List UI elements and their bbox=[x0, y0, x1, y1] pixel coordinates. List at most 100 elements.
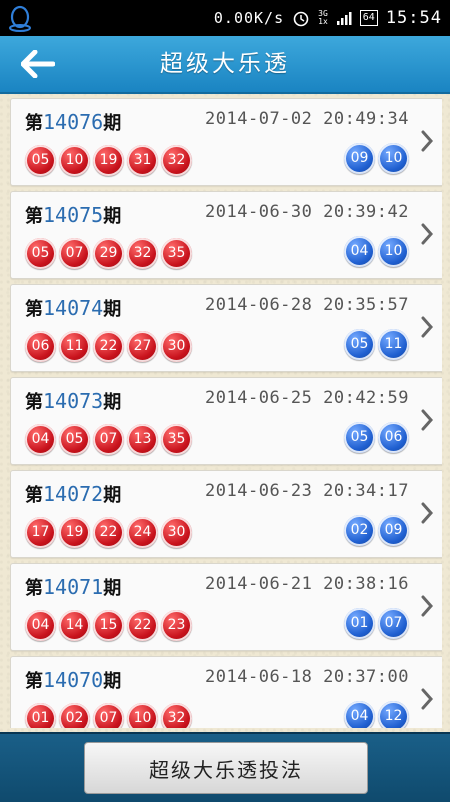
red-ball: 22 bbox=[127, 610, 158, 641]
blue-ball: 09 bbox=[344, 143, 375, 174]
red-ball: 15 bbox=[93, 610, 124, 641]
issue-suffix: 期 bbox=[103, 392, 122, 413]
battery-level: 64 bbox=[359, 10, 378, 26]
play-method-button[interactable]: 超级大乐透投法 bbox=[84, 742, 368, 794]
draw-card[interactable]: 第14076期 2014-07-02 20:49:34 05 10 19 31 32 09 10 bbox=[10, 98, 442, 186]
red-ball: 30 bbox=[161, 331, 192, 362]
blue-ball: 09 bbox=[378, 515, 409, 546]
issue-prefix: 第 bbox=[25, 485, 43, 506]
blue-ball: 04 bbox=[344, 701, 375, 728]
draw-card[interactable]: 第14072期 2014-06-23 20:34:17 17 19 22 24 30 02 09 bbox=[10, 470, 442, 558]
issue-number: 14075 bbox=[43, 203, 104, 227]
issue-number: 14070 bbox=[43, 668, 104, 692]
issue-title: 第14076期 bbox=[25, 109, 121, 135]
red-ball: 10 bbox=[127, 703, 158, 728]
app-header: 超级大乐透 bbox=[0, 36, 450, 94]
draw-datetime: 2014-06-23 20:34:17 bbox=[205, 481, 409, 501]
signal-type-1x: 1x bbox=[318, 17, 328, 26]
draw-card[interactable]: 第14075期 2014-06-30 20:39:42 05 07 29 32 35 04 10 bbox=[10, 191, 442, 279]
draw-datetime: 2014-07-02 20:49:34 bbox=[205, 109, 409, 129]
draw-card[interactable]: 第14070期 2014-06-18 20:37:00 01 02 07 10 32 04 12 bbox=[10, 656, 442, 728]
status-bar: 0.00K/s 3G 1x 64 15:54 bbox=[0, 0, 450, 36]
issue-title: 第14071期 bbox=[25, 574, 121, 600]
back-zone-balls: 09 10 bbox=[344, 143, 409, 174]
issue-prefix: 第 bbox=[25, 578, 43, 599]
clock-time: 15:54 bbox=[385, 8, 442, 28]
front-zone-balls: 06 11 22 27 30 bbox=[25, 331, 192, 362]
red-ball: 07 bbox=[93, 703, 124, 728]
issue-title: 第14072期 bbox=[25, 481, 121, 507]
red-ball: 35 bbox=[161, 238, 192, 269]
back-zone-balls: 05 11 bbox=[344, 329, 409, 360]
issue-suffix: 期 bbox=[103, 113, 122, 134]
footer-bar: 超级大乐透投法 bbox=[0, 732, 450, 802]
red-ball: 10 bbox=[59, 145, 90, 176]
qq-penguin-icon bbox=[9, 5, 31, 32]
front-zone-balls: 04 14 15 22 23 bbox=[25, 610, 192, 641]
draw-card[interactable]: 第14074期 2014-06-28 20:35:57 06 11 22 27 30 05 11 bbox=[10, 284, 442, 372]
red-ball: 29 bbox=[93, 238, 124, 269]
front-zone-balls: 05 07 29 32 35 bbox=[25, 238, 192, 269]
red-ball: 19 bbox=[59, 517, 90, 548]
draw-results-list[interactable]: 第14076期 2014-07-02 20:49:34 05 10 19 31 32 09 10… bbox=[10, 98, 442, 728]
front-zone-balls: 17 19 22 24 30 bbox=[25, 517, 192, 548]
issue-prefix: 第 bbox=[25, 206, 43, 227]
issue-number: 14074 bbox=[43, 296, 104, 320]
issue-prefix: 第 bbox=[25, 113, 43, 134]
red-ball: 32 bbox=[161, 145, 192, 176]
front-zone-balls: 04 05 07 13 35 bbox=[25, 424, 192, 455]
issue-title: 第14070期 bbox=[25, 667, 121, 693]
draw-datetime: 2014-06-28 20:35:57 bbox=[205, 295, 409, 315]
issue-prefix: 第 bbox=[25, 671, 43, 692]
alarm-icon bbox=[293, 11, 309, 27]
red-ball: 23 bbox=[161, 610, 192, 641]
chevron-right-icon bbox=[421, 130, 434, 152]
red-ball: 24 bbox=[127, 517, 158, 548]
red-ball: 04 bbox=[25, 424, 56, 455]
blue-ball: 04 bbox=[344, 236, 375, 267]
blue-ball: 06 bbox=[378, 422, 409, 453]
red-ball: 22 bbox=[93, 517, 124, 548]
issue-suffix: 期 bbox=[103, 299, 122, 320]
red-ball: 07 bbox=[59, 238, 90, 269]
draw-card[interactable]: 第14073期 2014-06-25 20:42:59 04 05 07 13 35 05 06 bbox=[10, 377, 442, 465]
red-ball: 27 bbox=[127, 331, 158, 362]
red-ball: 17 bbox=[25, 517, 56, 548]
red-ball: 19 bbox=[93, 145, 124, 176]
issue-number: 14071 bbox=[43, 575, 104, 599]
issue-suffix: 期 bbox=[103, 485, 122, 506]
issue-title: 第14074期 bbox=[25, 295, 121, 321]
issue-number: 14076 bbox=[43, 110, 104, 134]
front-zone-balls: 01 02 07 10 32 bbox=[25, 703, 192, 728]
red-ball: 32 bbox=[161, 703, 192, 728]
red-ball: 05 bbox=[25, 145, 56, 176]
draw-card[interactable]: 第14071期 2014-06-21 20:38:16 04 14 15 22 23 01 07 bbox=[10, 563, 442, 651]
red-ball: 22 bbox=[93, 331, 124, 362]
red-ball: 35 bbox=[161, 424, 192, 455]
red-ball: 30 bbox=[161, 517, 192, 548]
signal-strength-icon bbox=[336, 12, 352, 25]
chevron-right-icon bbox=[421, 223, 434, 245]
blue-ball: 01 bbox=[344, 608, 375, 639]
issue-number: 14073 bbox=[43, 389, 104, 413]
blue-ball: 10 bbox=[378, 143, 409, 174]
back-zone-balls: 01 07 bbox=[344, 608, 409, 639]
blue-ball: 05 bbox=[344, 422, 375, 453]
back-zone-balls: 02 09 bbox=[344, 515, 409, 546]
red-ball: 07 bbox=[93, 424, 124, 455]
red-ball: 11 bbox=[59, 331, 90, 362]
front-zone-balls: 05 10 19 31 32 bbox=[25, 145, 192, 176]
blue-ball: 02 bbox=[344, 515, 375, 546]
issue-suffix: 期 bbox=[103, 671, 122, 692]
page-title: 超级大乐透 bbox=[160, 51, 290, 77]
red-ball: 32 bbox=[127, 238, 158, 269]
blue-ball: 11 bbox=[378, 329, 409, 360]
draw-datetime: 2014-06-18 20:37:00 bbox=[205, 667, 409, 687]
draw-datetime: 2014-06-21 20:38:16 bbox=[205, 574, 409, 594]
draw-datetime: 2014-06-30 20:39:42 bbox=[205, 202, 409, 222]
draw-datetime: 2014-06-25 20:42:59 bbox=[205, 388, 409, 408]
back-zone-balls: 04 10 bbox=[344, 236, 409, 267]
back-zone-balls: 05 06 bbox=[344, 422, 409, 453]
blue-ball: 10 bbox=[378, 236, 409, 267]
red-ball: 06 bbox=[25, 331, 56, 362]
